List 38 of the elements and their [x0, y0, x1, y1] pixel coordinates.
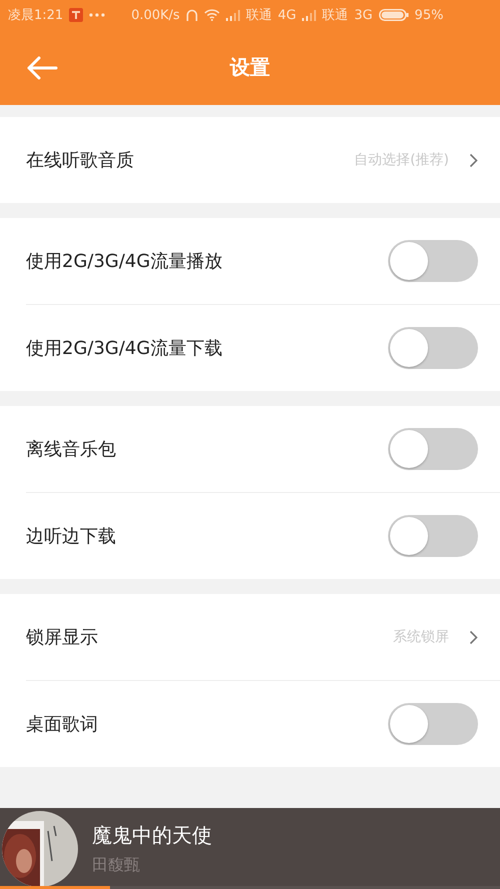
setting-label: 边听边下载	[26, 525, 117, 548]
toggle-switch[interactable]	[388, 515, 478, 557]
signal-icon	[302, 10, 316, 20]
artist-name: 田馥甄	[92, 854, 141, 876]
more-dots-icon	[89, 13, 106, 17]
notification-icon	[69, 8, 84, 22]
setting-label: 使用2G/3G/4G流量播放	[26, 250, 224, 273]
page-title: 设置	[230, 54, 270, 81]
status-time: 凌晨1:21	[8, 7, 64, 24]
wifi-icon	[204, 9, 220, 21]
setting-label: 桌面歌词	[26, 713, 99, 736]
carrier-name: 联通	[246, 7, 272, 24]
toggle-switch[interactable]	[388, 428, 478, 470]
song-title: 魔鬼中的天使	[92, 822, 212, 848]
signal-icon	[226, 10, 240, 20]
battery-level: 95%	[414, 8, 444, 22]
mini-player[interactable]: 魔鬼中的天使 田馥甄	[0, 808, 500, 889]
carrier-name: 联通	[322, 7, 348, 24]
settings-row[interactable]: 使用2G/3G/4G流量播放	[26, 218, 500, 304]
setting-label: 在线听歌音质	[26, 149, 135, 172]
setting-label: 离线音乐包	[26, 438, 117, 461]
chevron-right-icon	[469, 152, 478, 168]
settings-row[interactable]: 桌面歌词	[26, 680, 500, 767]
chevron-right-icon	[469, 630, 478, 644]
network-type: 4G	[278, 8, 296, 22]
toggle-switch[interactable]	[388, 240, 478, 282]
settings-row[interactable]: 离线音乐包	[26, 406, 500, 492]
headphones-icon	[186, 8, 198, 22]
setting-label: 使用2G/3G/4G流量下载	[26, 337, 224, 360]
toggle-switch[interactable]	[388, 703, 478, 745]
back-arrow-icon	[26, 56, 58, 80]
network-speed: 0.00K/s	[131, 8, 180, 22]
setting-label: 锁屏显示	[26, 626, 99, 649]
network-type: 3G	[354, 8, 373, 22]
toggle-switch[interactable]	[388, 327, 478, 369]
settings-row[interactable]: 使用2G/3G/4G流量下载	[26, 304, 500, 391]
battery-icon	[378, 9, 409, 21]
settings-row[interactable]: 边听边下载	[26, 492, 500, 579]
